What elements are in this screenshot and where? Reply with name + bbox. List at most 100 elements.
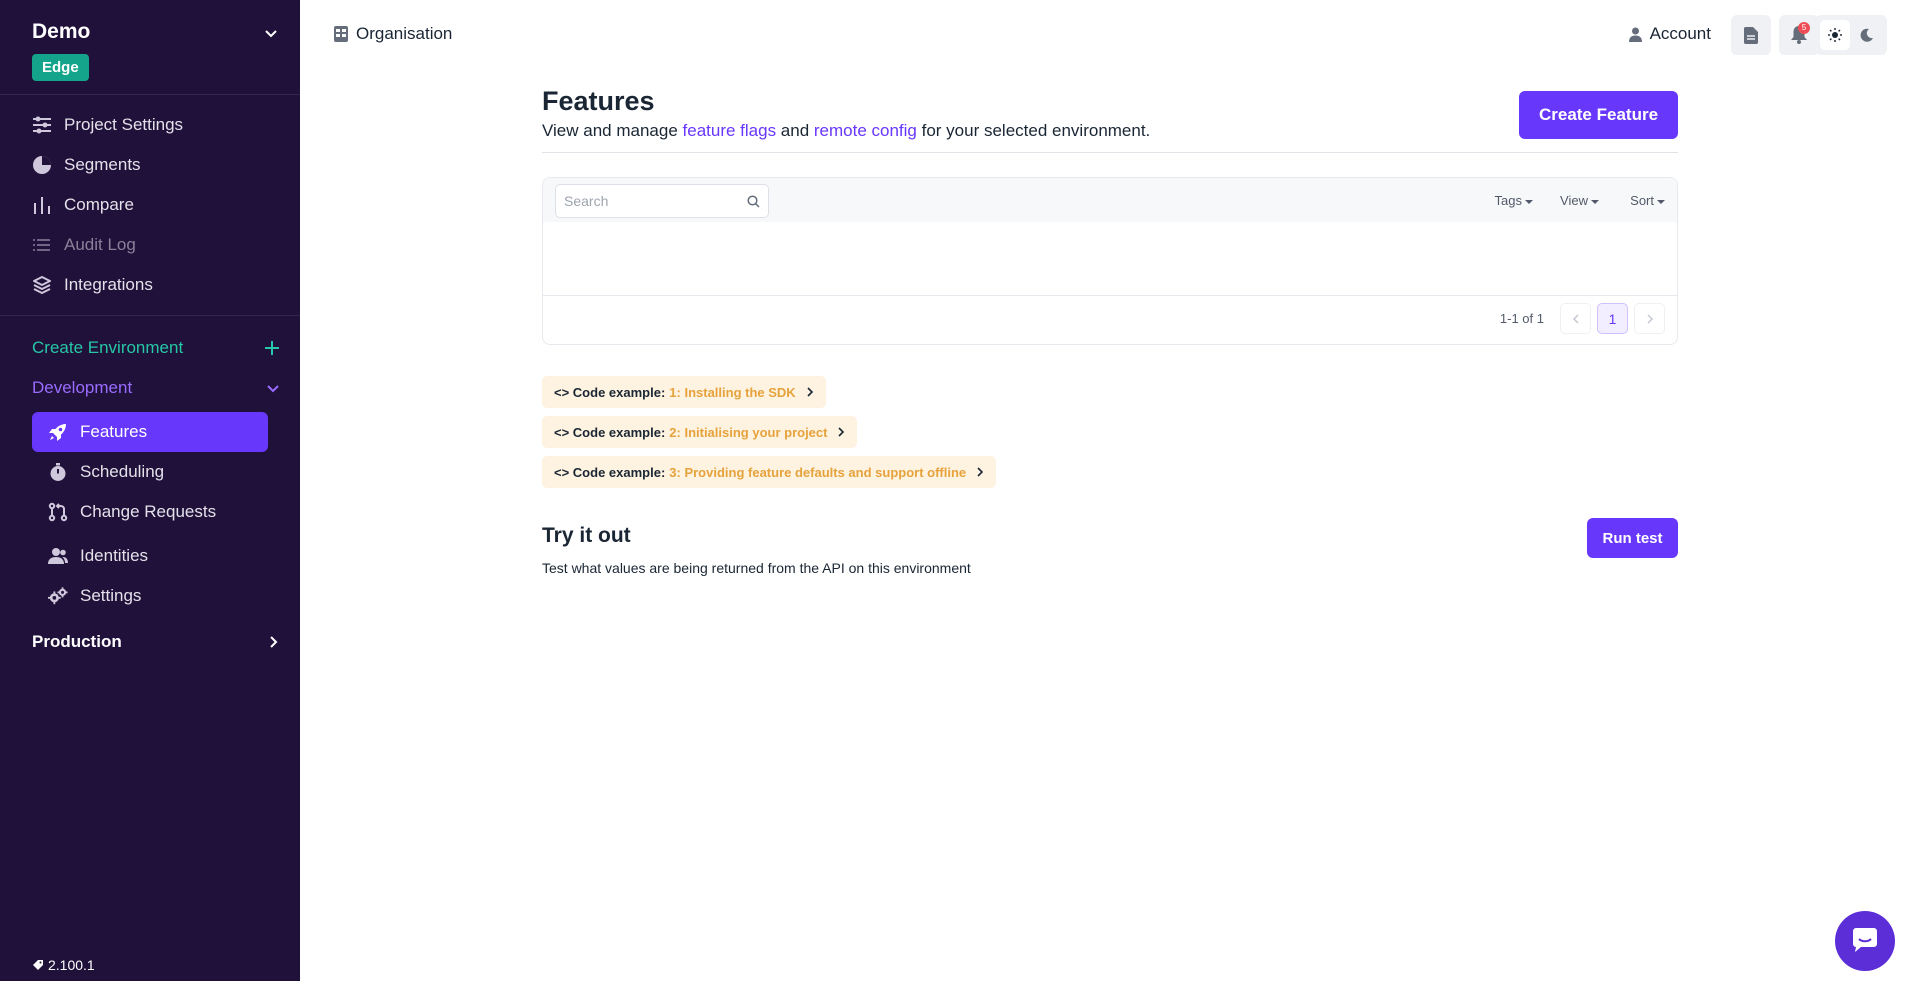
try-it-out-section: Try it out Test what values are being re… bbox=[542, 518, 1678, 576]
sidebar-item-project-settings[interactable]: Project Settings bbox=[32, 105, 300, 145]
chat-widget-button[interactable] bbox=[1835, 911, 1895, 971]
sidebar-item-audit-log[interactable]: Audit Log bbox=[32, 225, 300, 265]
sidebar-item-settings[interactable]: Settings bbox=[32, 576, 280, 616]
code-example-label: <> Code example: bbox=[554, 424, 666, 440]
run-test-button[interactable]: Run test bbox=[1587, 518, 1678, 558]
sliders-icon bbox=[32, 115, 52, 135]
code-example-title: 1: Installing the SDK bbox=[669, 384, 796, 400]
document-icon bbox=[1744, 26, 1758, 44]
page-description: View and manage feature flags and remote… bbox=[542, 121, 1678, 141]
sidebar-item-label: Settings bbox=[80, 586, 142, 605]
sidebar-item-segments[interactable]: Segments bbox=[32, 145, 300, 185]
try-it-out-title: Try it out bbox=[542, 524, 631, 547]
chevron-right-icon bbox=[807, 387, 813, 397]
project-name[interactable]: Demo bbox=[32, 20, 278, 44]
pagination-range: 1-1 of 1 bbox=[1499, 311, 1544, 326]
sun-icon bbox=[1828, 28, 1842, 42]
project-nav: Project Settings Segments Compare Audit … bbox=[0, 95, 300, 316]
chevron-right-icon bbox=[1646, 313, 1653, 324]
search-placeholder: Search bbox=[564, 193, 609, 209]
code-example-1[interactable]: <> Code example: 1: Installing the SDK bbox=[542, 376, 826, 408]
sidebar-item-label: Audit Log bbox=[64, 235, 136, 254]
dark-theme-option[interactable] bbox=[1852, 20, 1882, 50]
code-example-title: 2: Initialising your project bbox=[669, 424, 828, 440]
sidebar-item-label: Identities bbox=[80, 546, 149, 565]
sidebar-item-integrations[interactable]: Integrations bbox=[32, 265, 300, 305]
git-pull-icon bbox=[48, 502, 68, 522]
notifications-button[interactable]: 5 bbox=[1779, 15, 1819, 55]
bar-chart-icon bbox=[32, 195, 52, 215]
features-list-panel: Search Tags View Sort 1-1 of 1 1 bbox=[542, 177, 1678, 345]
docs-button[interactable] bbox=[1731, 15, 1771, 55]
next-page-button[interactable] bbox=[1634, 303, 1665, 334]
remote-config-link[interactable]: remote config bbox=[814, 121, 917, 140]
code-example-2[interactable]: <> Code example: 2: Initialising your pro… bbox=[542, 416, 858, 448]
code-example-3[interactable]: <> Code example: 3: Providing feature def… bbox=[542, 456, 997, 488]
prev-page-button[interactable] bbox=[1560, 303, 1591, 334]
organisation-label: Organisation bbox=[356, 24, 453, 43]
search-input[interactable]: Search bbox=[555, 184, 769, 218]
sidebar-item-label: Scheduling bbox=[80, 462, 165, 481]
sidebar-item-label: Integrations bbox=[64, 275, 153, 294]
create-environment-label: Create Environment bbox=[32, 338, 184, 357]
tags-filter-button[interactable]: Tags bbox=[1495, 193, 1533, 208]
create-feature-button[interactable]: Create Feature bbox=[1519, 91, 1678, 139]
environment-development[interactable]: Development bbox=[32, 368, 280, 408]
sidebar-item-change-requests[interactable]: Change Requests bbox=[32, 492, 280, 532]
caret-down-icon bbox=[1657, 199, 1665, 204]
tags-label: Tags bbox=[1494, 193, 1522, 208]
account-label: Account bbox=[1649, 24, 1711, 43]
chevron-down-icon[interactable] bbox=[264, 26, 278, 40]
list-icon bbox=[32, 235, 52, 255]
topbar: Organisation Account 5 bbox=[300, 0, 1907, 68]
sidebar-item-compare[interactable]: Compare bbox=[32, 185, 300, 225]
user-icon bbox=[1628, 27, 1642, 42]
rocket-icon bbox=[48, 422, 68, 442]
try-it-out-description: Test what values are being returned from… bbox=[542, 560, 971, 576]
sidebar-item-features[interactable]: Features bbox=[32, 412, 268, 452]
environment-name: Development bbox=[32, 378, 133, 397]
plus-icon bbox=[265, 341, 279, 355]
desc-and: and bbox=[776, 121, 814, 140]
project-header[interactable]: Demo Edge bbox=[0, 0, 300, 95]
code-example-label: <> Code example: bbox=[554, 464, 666, 480]
sort-filter-button[interactable]: Sort bbox=[1630, 193, 1665, 208]
page-title: Features bbox=[542, 86, 655, 116]
layers-icon bbox=[32, 275, 52, 295]
environment-name: Production bbox=[32, 632, 122, 651]
caret-down-icon bbox=[1525, 199, 1533, 204]
light-theme-option[interactable] bbox=[1820, 20, 1850, 50]
desc-suffix: for your selected environment. bbox=[916, 121, 1151, 140]
sidebar-item-label: Segments bbox=[64, 155, 141, 174]
create-environment-button[interactable]: Create Environment bbox=[32, 328, 280, 368]
code-example-label: <> Code example: bbox=[554, 384, 666, 400]
pie-chart-icon bbox=[32, 155, 52, 175]
people-icon bbox=[48, 546, 68, 566]
sort-label: Sort bbox=[1630, 193, 1654, 208]
edge-badge: Edge bbox=[32, 54, 89, 81]
sidebar-item-label: Features bbox=[80, 422, 148, 441]
chevron-right-icon bbox=[838, 427, 845, 437]
view-label: View bbox=[1560, 193, 1588, 208]
account-link[interactable]: Account bbox=[1628, 24, 1711, 44]
environment-nav: Features Scheduling Change Requests Iden… bbox=[32, 412, 280, 616]
sidebar-item-scheduling[interactable]: Scheduling bbox=[32, 452, 280, 492]
chevron-right-icon bbox=[270, 636, 278, 648]
search-icon bbox=[747, 195, 760, 208]
features-page: Features View and manage feature flags a… bbox=[542, 86, 1678, 576]
moon-icon bbox=[1860, 28, 1873, 42]
organisation-link[interactable]: Organisation bbox=[334, 24, 452, 44]
page-button-current[interactable]: 1 bbox=[1597, 303, 1628, 334]
environments-section: Create Environment Development Features … bbox=[0, 316, 300, 662]
environment-production[interactable]: Production bbox=[32, 622, 280, 662]
feature-flags-link[interactable]: feature flags bbox=[683, 121, 777, 140]
features-list-body bbox=[543, 222, 1677, 296]
sidebar-item-identities[interactable]: Identities bbox=[32, 536, 280, 576]
sidebar: Demo Edge Project Settings Segments Comp… bbox=[0, 0, 300, 981]
theme-toggle[interactable] bbox=[1815, 15, 1887, 55]
tag-icon bbox=[33, 960, 43, 970]
list-toolbar: Search Tags View Sort bbox=[543, 178, 1677, 222]
building-icon bbox=[334, 26, 348, 42]
chevron-right-icon bbox=[977, 467, 984, 477]
view-filter-button[interactable]: View bbox=[1560, 193, 1599, 208]
